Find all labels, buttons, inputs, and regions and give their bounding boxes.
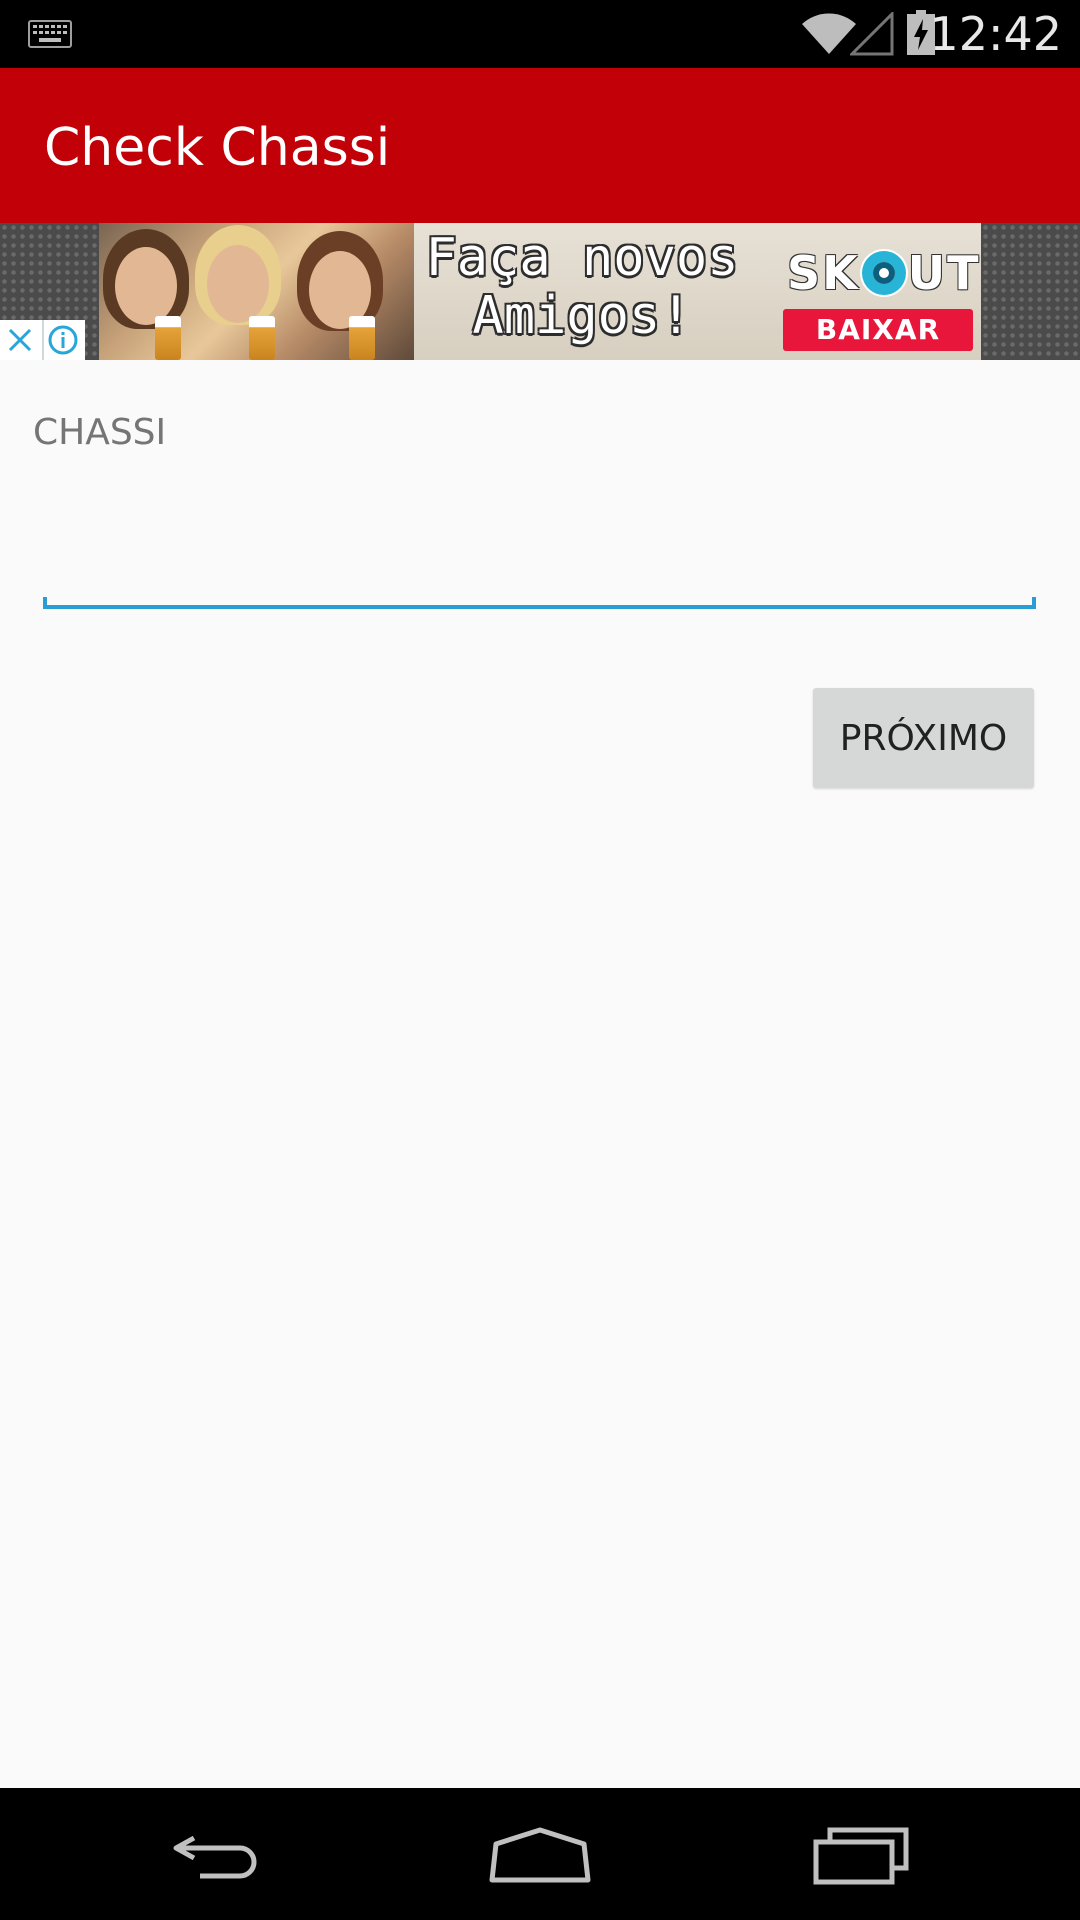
ad-headline: Faça novos Amigos! bbox=[425, 228, 739, 346]
navigation-bar bbox=[0, 1788, 1080, 1920]
status-bar: 12:42 bbox=[0, 0, 1080, 68]
next-button[interactable]: PRÓXIMO bbox=[813, 688, 1034, 788]
chassi-input[interactable] bbox=[43, 530, 1036, 610]
status-clock: 12:42 bbox=[929, 7, 1062, 61]
ad-download-button[interactable]: BAIXAR bbox=[783, 309, 973, 351]
ad-controls bbox=[0, 320, 85, 360]
ad-brand-logo: SK UT bbox=[787, 246, 981, 300]
keyboard-icon bbox=[28, 20, 72, 48]
app-title: Check Chassi bbox=[44, 118, 391, 178]
recents-icon[interactable] bbox=[812, 1820, 912, 1886]
home-icon[interactable] bbox=[488, 1824, 592, 1884]
close-icon[interactable] bbox=[4, 324, 36, 356]
info-icon[interactable] bbox=[47, 324, 79, 356]
cell-signal-icon bbox=[850, 12, 894, 56]
ad-banner[interactable]: Faça novos Amigos! SK UT BAIXAR bbox=[99, 223, 981, 360]
back-icon[interactable] bbox=[170, 1824, 270, 1884]
ad-photo bbox=[99, 223, 414, 360]
chassi-input-underline bbox=[43, 597, 1036, 609]
chassi-label: CHASSI bbox=[33, 412, 167, 453]
ad-controls-divider bbox=[42, 320, 44, 360]
app-bar: Check Chassi bbox=[0, 68, 1080, 223]
